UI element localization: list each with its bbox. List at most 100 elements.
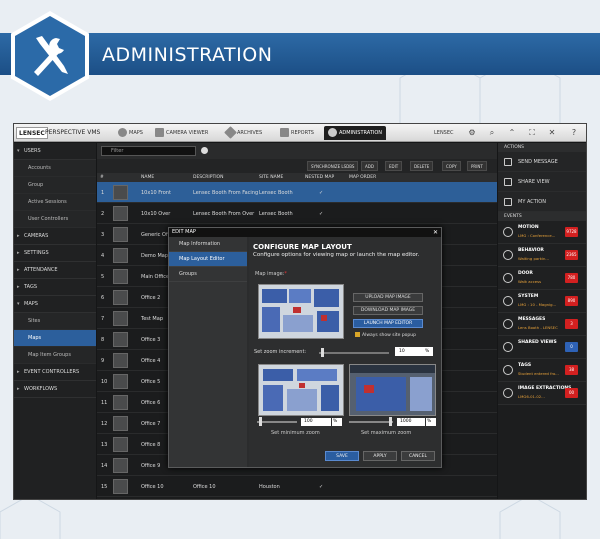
row-number: 14	[101, 463, 108, 469]
event-shared-views[interactable]: SHARED VIEWS 0	[498, 336, 586, 359]
clear-filter-icon[interactable]	[201, 147, 208, 154]
row-number: 10	[101, 379, 108, 385]
action-my-action[interactable]: MY ACTION	[498, 192, 586, 212]
help-icon[interactable]: ?	[568, 127, 580, 139]
min-zoom-slider[interactable]	[257, 421, 297, 423]
col-map-order[interactable]: MAP ORDER	[349, 175, 376, 180]
sidebar-section-cameras[interactable]: CAMERAS	[14, 228, 96, 245]
action-label: MY ACTION	[518, 199, 546, 205]
event-name: TAGS	[518, 363, 532, 368]
sidebar-item-user-controllers[interactable]: User Controllers	[14, 211, 96, 228]
row-name: Office 5	[141, 379, 161, 385]
nav-archives[interactable]: ARCHIVES	[224, 126, 262, 140]
collapse-icon[interactable]: ⌃	[506, 127, 518, 139]
product-name: PERSPECTIVE VMS	[45, 129, 101, 136]
event-count-badge: 890	[565, 296, 578, 306]
action-label: SHARE VIEW	[518, 179, 550, 185]
row-nested-map: ✓	[319, 190, 324, 196]
max-zoom-slider[interactable]	[349, 421, 393, 423]
sidebar-item-maps[interactable]: Maps	[14, 330, 96, 347]
event-image-extractions[interactable]: IMAGE EXTRACTIONS LMG6-01-02... 00	[498, 382, 586, 405]
event-system[interactable]: SYSTEM LMG : 10 - Magnig... 890	[498, 290, 586, 313]
copy-button[interactable]: COPY	[442, 161, 461, 171]
row-name: Office 7	[141, 421, 161, 427]
dialog-tab-map-layout-editor[interactable]: Map Layout Editor	[169, 252, 247, 267]
col-description[interactable]: DESCRIPTION	[193, 175, 223, 180]
checkbox-box	[355, 332, 360, 337]
min-zoom-input[interactable]: 100	[301, 418, 331, 426]
sidebar-section-tags[interactable]: TAGS	[14, 279, 96, 296]
sidebar-section-settings[interactable]: SETTINGS	[14, 245, 96, 262]
nav-camera-viewer[interactable]: CAMERA VIEWER	[155, 126, 208, 140]
event-latest: LMG6-01-02...	[518, 394, 545, 399]
event-icon	[503, 365, 513, 375]
search-icon[interactable]: ⌕	[486, 127, 498, 139]
event-latest: LMG : 10 - Magnig...	[518, 302, 557, 307]
table-row[interactable]: 15 Office 10 Office 10 Houston ✓	[97, 476, 497, 497]
sidebar-item-accounts[interactable]: Accounts	[14, 160, 96, 177]
row-number: 2	[101, 211, 105, 217]
event-latest: Student entered fro...	[518, 371, 559, 376]
max-zoom-handle[interactable]	[389, 417, 392, 426]
col-nested-map[interactable]: NESTED MAP	[305, 175, 334, 180]
dialog-body: CONFIGURE MAP LAYOUT Configure options f…	[249, 237, 441, 467]
sidebar-section-maps[interactable]: MAPS	[14, 296, 96, 313]
event-latest: LMG : Conference...	[518, 233, 556, 238]
col-name[interactable]: NAME	[141, 175, 154, 180]
row-site-name: Houston	[259, 484, 280, 490]
sync-button[interactable]: SYNCHRONIZE LSDBS	[307, 161, 359, 171]
header-banner	[0, 33, 600, 75]
col-site-name[interactable]: SITE NAME	[259, 175, 283, 180]
download-map-image-button[interactable]: DOWNLOAD MAP IMAGE	[353, 306, 423, 315]
sidebar-section-workflows[interactable]: WORKFLOWS	[14, 381, 96, 398]
apply-button[interactable]: APPLY	[363, 451, 397, 461]
print-button[interactable]: PRINT	[467, 161, 487, 171]
sidebar-item-active-sessions[interactable]: Active Sessions	[14, 194, 96, 211]
save-button[interactable]: SAVE	[325, 451, 359, 461]
event-behavior[interactable]: BEHAVIOR Waiting parkin... 2365	[498, 244, 586, 267]
nav-reports[interactable]: REPORTS	[280, 126, 314, 140]
action-share-view[interactable]: SHARE VIEW	[498, 172, 586, 192]
close-icon[interactable]: ✕	[546, 127, 558, 139]
col-number[interactable]: #	[100, 175, 104, 180]
zoom-increment-handle[interactable]	[321, 348, 324, 357]
event-tags[interactable]: TAGS Student entered fro... 38	[498, 359, 586, 382]
min-zoom-handle[interactable]	[259, 417, 262, 426]
cancel-button[interactable]: CANCEL	[401, 451, 435, 461]
event-motion[interactable]: MOTION LMG : Conference... 9728	[498, 221, 586, 244]
always-show-site-popup-checkbox[interactable]: Always show site popup	[355, 332, 416, 338]
dialog-tab-map-information[interactable]: Map Information	[169, 237, 247, 252]
sidebar-section-attendance[interactable]: ATTENDANCE	[14, 262, 96, 279]
add-button[interactable]: ADD	[361, 161, 378, 171]
edit-button[interactable]: EDIT	[385, 161, 403, 171]
table-row[interactable]: 2 10x10 Over Lensec Booth From Over Lensec …	[97, 203, 497, 224]
sidebar-section-event-controllers[interactable]: EVENT CONTROLLERS	[14, 364, 96, 381]
sidebar-item-map-item-groups[interactable]: Map Item Groups	[14, 347, 96, 364]
event-door[interactable]: DOOR Walk access 780	[498, 267, 586, 290]
filter-input[interactable]: Filter	[101, 146, 196, 156]
close-icon[interactable]: ✕	[433, 228, 438, 237]
launch-map-editor-button[interactable]: LAUNCH MAP EDITOR	[353, 319, 423, 328]
sidebar-item-group[interactable]: Group	[14, 177, 96, 194]
action-label: SEND MESSAGE	[518, 159, 558, 165]
edit-map-dialog: EDIT MAP ✕ Map Information Map Layout Edi…	[168, 227, 442, 468]
fullscreen-icon[interactable]: ⛶	[526, 127, 538, 139]
sidebar-item-sites[interactable]: Sites	[14, 313, 96, 330]
nav-administration[interactable]: ADMINISTRATION	[324, 126, 387, 140]
sidebar-section-users[interactable]: USERS	[14, 143, 96, 160]
dialog-tab-groups[interactable]: Groups	[169, 267, 247, 282]
gear-icon[interactable]: ⚙	[466, 127, 478, 139]
row-number: 13	[101, 442, 108, 448]
row-number: 6	[101, 295, 105, 301]
row-name: Office 9	[141, 463, 161, 469]
upload-map-image-button[interactable]: UPLOAD MAP IMAGE	[353, 293, 423, 302]
zoom-increment-slider[interactable]	[319, 352, 389, 354]
nav-maps[interactable]: MAPS	[118, 126, 143, 140]
max-zoom-label: Set maximum zoom	[361, 430, 412, 436]
event-messages[interactable]: MESSAGES Lens Booth - LENSEC 3	[498, 313, 586, 336]
table-row[interactable]: 1 10x10 Front Lensec Booth From Facing Lens…	[97, 182, 497, 203]
max-zoom-input[interactable]: 1000	[397, 418, 425, 426]
row-number: 15	[101, 484, 108, 490]
action-send-message[interactable]: SEND MESSAGE	[498, 152, 586, 172]
delete-button[interactable]: DELETE	[410, 161, 434, 171]
